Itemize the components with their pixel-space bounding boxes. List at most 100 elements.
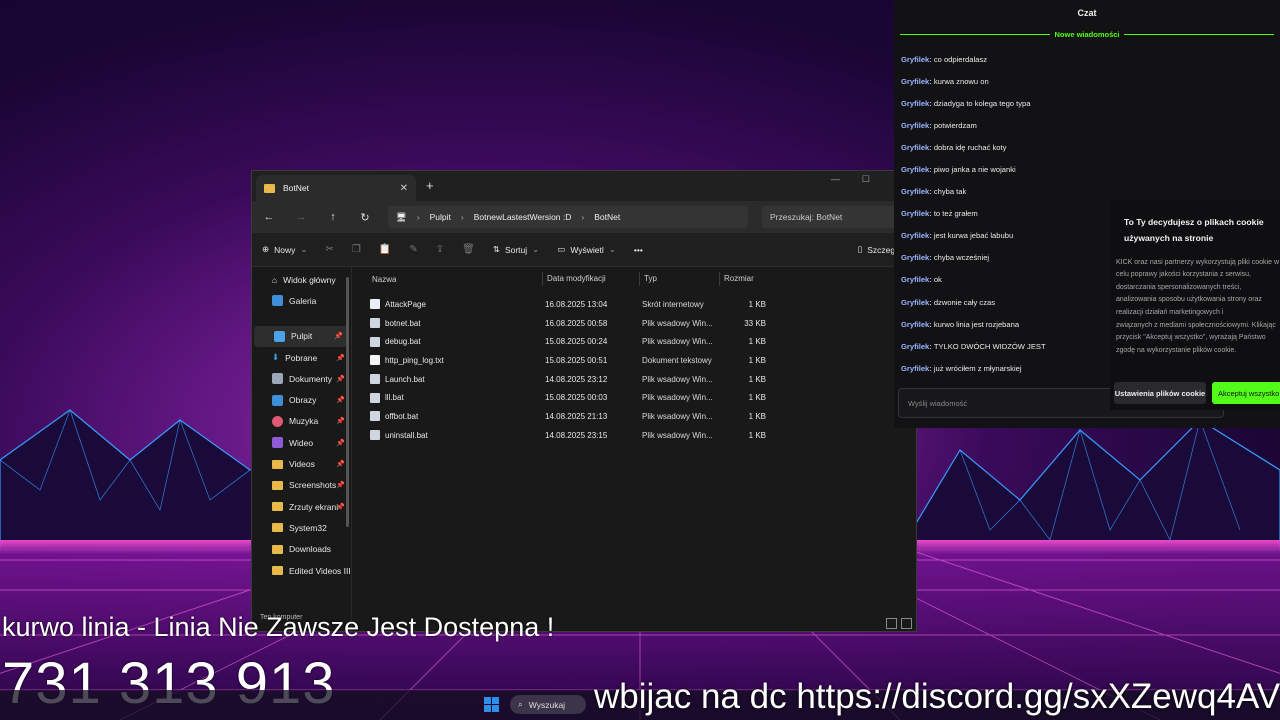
pictures-icon	[272, 394, 283, 406]
chat-username[interactable]: Gryfilek:	[901, 253, 932, 262]
column-type[interactable]: Typ	[639, 272, 719, 286]
sidebar-item-label: Muzyka	[289, 416, 319, 427]
delete-icon[interactable]: 🗑	[462, 244, 475, 255]
gallery-icon	[272, 295, 283, 307]
file-row[interactable]: http_ping_log.txt 15.08.2025 00:51 Dokum…	[352, 351, 916, 370]
back-arrow-icon[interactable]: ←	[260, 211, 278, 223]
new-tab-button[interactable]: +	[426, 178, 434, 193]
file-type: Plik wsadowy Win...	[642, 374, 713, 384]
file-row[interactable]: debug.bat 15.08.2025 00:24 Plik wsadowy …	[352, 332, 916, 351]
column-date[interactable]: Data modyfikacji	[542, 272, 639, 286]
breadcrumb-item[interactable]: Pulpit	[430, 212, 451, 222]
sidebar-item-edited-videos[interactable]: Edited Videos III	[252, 560, 351, 581]
chat-message: Gryfilek: dziadyga to kolega tego typa	[901, 92, 1273, 114]
chat-message: Gryfilek: co odpierdalasz	[901, 48, 1273, 70]
file-explorer-window[interactable]: BotNet ✕ + — ☐ ← → ↑ ↻ 🖥 › Pulpit › Botn…	[251, 170, 917, 632]
breadcrumb-item[interactable]: BotnewLastestWersion :D	[474, 212, 572, 222]
more-options-icon[interactable]: •••	[634, 245, 643, 255]
sidebar-item-system32[interactable]: System32	[252, 517, 351, 538]
chat-username[interactable]: Gryfilek:	[901, 209, 932, 218]
file-row[interactable]: lll.bat 15.08.2025 00:03 Plik wsadowy Wi…	[352, 388, 916, 407]
sidebar-item-label: Wideo	[289, 437, 314, 448]
file-row[interactable]: botnet.bat 16.08.2025 00:58 Plik wsadowy…	[352, 314, 916, 333]
sidebar-item-video[interactable]: Wideo 📌	[252, 432, 351, 453]
chat-username[interactable]: Gryfilek:	[901, 121, 932, 130]
taskbar-search[interactable]: ⌕ Wyszukaj	[510, 695, 586, 714]
cookie-title: To Ty decydujesz o plikach cookie używan…	[1110, 200, 1280, 247]
sidebar-item-desktop[interactable]: Pulpit 📌	[254, 325, 349, 347]
sort-button[interactable]: ⇅ Sortuj ⌄	[493, 244, 539, 255]
maximize-icon[interactable]: ☐	[862, 174, 870, 185]
sidebar-item-documents[interactable]: Dokumenty 📌	[252, 368, 351, 389]
new-messages-divider: Nowe wiadomości	[900, 26, 1274, 42]
accept-all-cookies-button[interactable]: Akceptuj wszystko	[1212, 382, 1280, 404]
column-size[interactable]: Rozmiar	[719, 272, 775, 286]
sidebar-item-downloads[interactable]: ⬇ Pobrane 📌	[252, 347, 351, 368]
rename-icon[interactable]: ✎	[409, 244, 417, 255]
sidebar-item-gallery[interactable]: Galeria	[252, 290, 351, 311]
sidebar-item-home[interactable]: ⌂ Widok główny	[252, 269, 351, 290]
chat-username[interactable]: Gryfilek:	[901, 275, 932, 284]
home-icon: ⌂	[272, 274, 278, 285]
navigation-pane: ⌂ Widok główny Galeria Pulpit 📌 ⬇ Pobran…	[252, 267, 352, 631]
chat-username[interactable]: Gryfilek:	[901, 165, 932, 174]
windows-start-icon[interactable]	[484, 697, 499, 712]
pin-icon: 📌	[336, 375, 345, 383]
refresh-icon[interactable]: ↻	[356, 211, 374, 224]
tab-close-icon[interactable]: ✕	[400, 183, 408, 194]
file-row[interactable]: uninstall.bat 14.08.2025 23:15 Plik wsad…	[352, 426, 916, 445]
document-icon	[272, 373, 283, 385]
overlay-caption: kurwo linia - Linia Nie Zawsze Jest Dost…	[2, 612, 555, 642]
tiles-view-icon[interactable]	[901, 618, 912, 629]
window-controls: — ☐	[831, 174, 870, 185]
sidebar-item-music[interactable]: Muzyka 📌	[252, 411, 351, 432]
chat-username[interactable]: Gryfilek:	[901, 364, 932, 373]
breadcrumb-item[interactable]: BotNet	[594, 212, 620, 222]
cut-icon[interactable]: ✂	[326, 244, 334, 255]
copy-icon[interactable]: ❐	[352, 244, 361, 255]
monitor-icon: 🖥	[396, 211, 407, 222]
plus-circle-icon: ⊕	[262, 244, 270, 254]
new-button[interactable]: ⊕ Nowy ⌄	[262, 244, 308, 255]
chat-username[interactable]: Gryfilek:	[901, 231, 932, 240]
chat-text: dobra idę ruchać koty	[933, 142, 1007, 152]
view-button[interactable]: ▭ Wyświetl ⌄	[557, 244, 616, 255]
up-arrow-icon[interactable]: ↑	[324, 211, 342, 223]
chat-username[interactable]: Gryfilek:	[901, 298, 932, 307]
cookie-consent-dialog: To Ty decydujesz o plikach cookie używan…	[1110, 200, 1280, 410]
sidebar-item-screenshots[interactable]: Screenshots 📌	[252, 475, 351, 496]
chat-username[interactable]: Gryfilek:	[901, 143, 932, 152]
cookie-settings-button[interactable]: Ustawienia plików cookie	[1114, 382, 1206, 404]
sidebar-item-videos[interactable]: Videos 📌	[252, 453, 351, 474]
chat-username[interactable]: Gryfilek:	[901, 99, 932, 108]
forward-arrow-icon[interactable]: →	[292, 211, 310, 223]
chat-text: jest kurwa jebać labubu	[933, 231, 1014, 241]
minimize-icon[interactable]: —	[831, 174, 840, 185]
sidebar-item-downloads-folder[interactable]: Downloads	[252, 539, 351, 560]
chat-username[interactable]: Gryfilek:	[901, 187, 932, 196]
chat-text: już wróciłem z młynarskiej	[933, 363, 1022, 373]
file-row[interactable]: offbot.bat 14.08.2025 21:13 Plik wsadowy…	[352, 407, 916, 426]
chat-username[interactable]: Gryfilek:	[901, 77, 932, 86]
details-view-icon[interactable]	[886, 618, 897, 629]
sidebar-item-pictures[interactable]: Obrazy 📌	[252, 389, 351, 410]
share-icon[interactable]: ⇪	[436, 244, 444, 255]
chat-username[interactable]: Gryfilek:	[901, 342, 932, 351]
sidebar-item-screen-captures[interactable]: Zrzuty ekrani 📌	[252, 496, 351, 517]
file-row[interactable]: AttackPage 16.08.2025 13:04 Skrót intern…	[352, 295, 916, 314]
search-input[interactable]: Przeszukaj: BotNet	[762, 206, 908, 228]
paste-icon[interactable]: 📋	[379, 244, 391, 255]
internet-shortcut-icon	[370, 299, 380, 310]
chat-username[interactable]: Gryfilek:	[901, 320, 932, 329]
column-name[interactable]: Nazwa	[372, 275, 542, 284]
sidebar-scrollbar[interactable]	[346, 277, 349, 527]
sidebar-item-label: Zrzuty ekrani	[289, 501, 339, 512]
explorer-tab[interactable]: BotNet ✕	[256, 175, 416, 201]
file-name: Launch.bat	[385, 374, 425, 384]
file-date: 14.08.2025 23:12	[545, 374, 608, 384]
breadcrumb[interactable]: 🖥 › Pulpit › BotnewLastestWersion :D › B…	[388, 206, 748, 228]
file-row[interactable]: Launch.bat 14.08.2025 23:12 Plik wsadowy…	[352, 370, 916, 389]
file-name: offbot.bat	[385, 411, 419, 421]
cookie-body-line: związanych z mediami społecznościowymi. …	[1116, 321, 1276, 329]
chat-username[interactable]: Gryfilek:	[901, 55, 932, 64]
